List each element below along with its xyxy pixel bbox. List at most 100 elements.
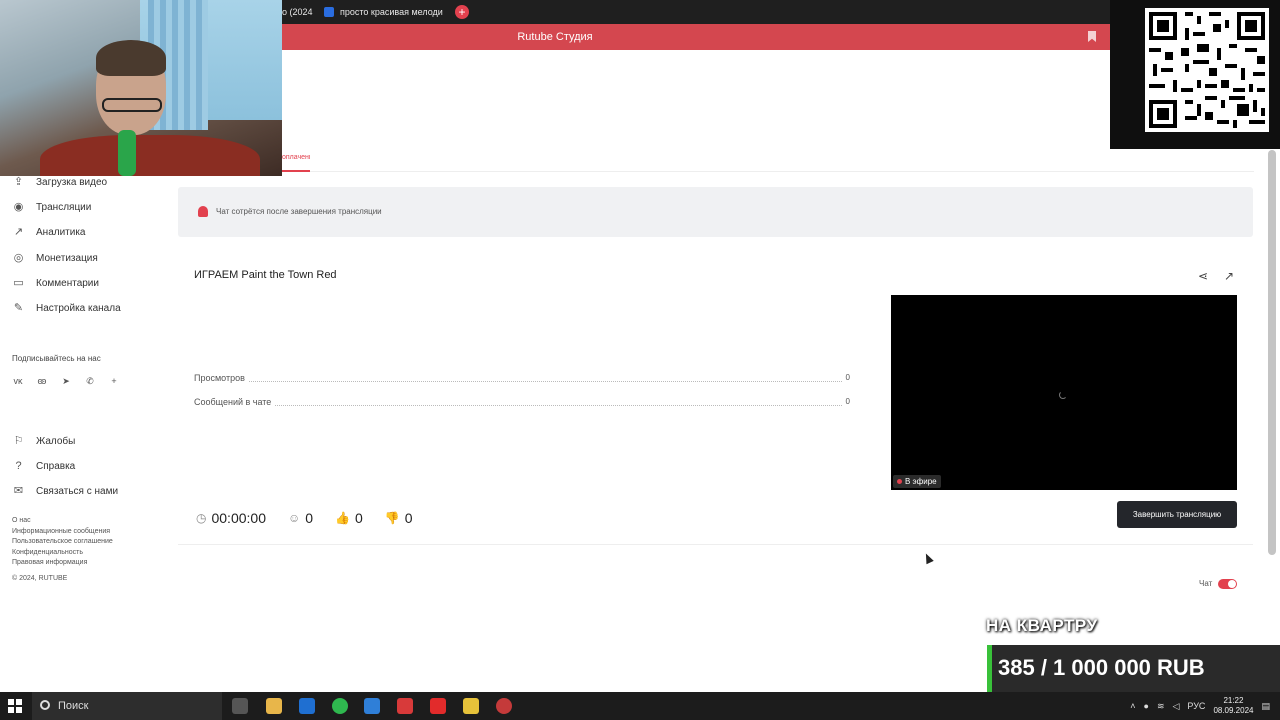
notifications-icon[interactable]: ▤ [1261, 701, 1270, 712]
end-stream-button[interactable]: Завершить трансляцию [1117, 501, 1237, 528]
sidebar-item-label: Загрузка видео [36, 176, 108, 188]
sidebar-item-complaints[interactable]: ⚐ Жалобы [12, 431, 76, 451]
sidebar-item-label: Жалобы [36, 435, 76, 447]
sidebar-item-analytics[interactable]: ↗ Аналитика [12, 222, 86, 242]
sidebar-item-contact[interactable]: ✉ Связаться с нами [12, 481, 118, 501]
tab-favicon-icon [324, 7, 334, 17]
sidebar-item-monetization[interactable]: ◎ Монетизация [12, 248, 98, 268]
store-icon[interactable] [299, 698, 315, 714]
bookmark-icon[interactable] [1088, 31, 1096, 42]
stat-label: Просмотров [194, 373, 249, 383]
legal-link[interactable]: Информационные сообщения [12, 528, 110, 535]
browser-tab[interactable]: о (2024 [282, 4, 314, 20]
yandex-browser-icon[interactable] [397, 698, 413, 714]
video-player[interactable]: В эфире [891, 295, 1237, 490]
stream-metrics: ◷ 00:00:00 ☺ 0 👍 0 👎 0 [196, 510, 435, 526]
live-badge-label: В эфире [905, 477, 937, 486]
sidebar-item-broadcasts[interactable]: ◉ Трансляции [12, 197, 92, 217]
webcam-person-body [40, 135, 260, 176]
dislikes: 👎 0 [385, 510, 413, 526]
plus-icon[interactable]: + [108, 375, 120, 387]
language-indicator[interactable]: РУС [1187, 701, 1205, 711]
viewers-value: 0 [305, 510, 314, 526]
thumbs-down-icon: 👎 [384, 511, 400, 525]
loading-spinner-icon [1059, 391, 1067, 399]
comments-icon: ▭ [13, 276, 24, 289]
volume-icon[interactable]: ◁ [1172, 701, 1179, 712]
search-icon [40, 700, 50, 710]
tray-chevron-icon[interactable]: ˄ [1130, 701, 1135, 711]
stat-value: 0 [841, 373, 850, 382]
studio-tabs: оплачение [178, 144, 1254, 172]
taskbar-clock[interactable]: 21:22 08.09.2024 [1213, 696, 1253, 716]
file-explorer-icon[interactable] [266, 698, 282, 714]
monetization-icon: ◎ [13, 251, 24, 264]
page-title: Rutube Студия [517, 31, 593, 43]
external-link-icon[interactable]: ↗ [1222, 269, 1236, 283]
sidebar-item-label: Настройка канала [36, 302, 121, 314]
browser-tab-title: о (2024 [282, 7, 313, 17]
live-dot-icon [897, 479, 902, 484]
page-scrollbar[interactable] [1268, 150, 1276, 555]
bell-icon [198, 206, 208, 217]
help-icon: ? [15, 459, 22, 472]
network-icon[interactable]: ≋ [1157, 701, 1165, 712]
whatsapp-icon[interactable] [332, 698, 348, 714]
legal-link[interactable]: О нас [12, 517, 31, 524]
search-label: Поиск [58, 700, 89, 712]
chat-label: Чат [1199, 579, 1213, 588]
yandex-icon[interactable] [430, 698, 446, 714]
yandex-music-icon[interactable] [463, 698, 479, 714]
sidebar-item-label: Справка [36, 460, 76, 472]
share-icon[interactable]: ⋖ [1196, 269, 1210, 283]
tab-active[interactable]: оплачение [282, 154, 310, 172]
viber-icon[interactable]: ✆ [84, 375, 96, 387]
sidebar-item-help[interactable]: ? Справка [12, 456, 75, 476]
qr-code-overlay [1110, 0, 1280, 149]
contact-icon: ✉ [13, 484, 24, 497]
legal-link[interactable]: Правовая информация [12, 559, 87, 566]
follow-label: Подписывайтесь на нас [12, 354, 101, 363]
likes: 👍 0 [335, 510, 363, 526]
windows-start-icon[interactable] [8, 699, 22, 713]
notice-text: Чат сотрётся после завершения трансляции [216, 207, 382, 216]
sidebar-item-label: Трансляции [36, 201, 92, 213]
browser-tab-title: просто красивая мелоди [340, 7, 443, 17]
dislikes-value: 0 [404, 510, 413, 526]
toggle-knob [1228, 580, 1236, 588]
goal-title: НА КВАРТРУ [986, 616, 1098, 635]
webcam-overlay [0, 0, 282, 176]
sidebar-item-label: Монетизация [36, 252, 98, 264]
viewers: ☺ 0 [288, 510, 313, 526]
qr-code-icon [1145, 8, 1269, 132]
viewers-icon: ☺ [287, 511, 301, 525]
complaints-icon: ⚐ [13, 434, 24, 447]
new-tab-button[interactable]: + [455, 5, 469, 19]
mail-icon[interactable] [364, 698, 380, 714]
vk-icon[interactable]: ᴠᴋ [12, 375, 24, 387]
taskbar-search[interactable]: Поиск [32, 692, 222, 720]
social-links: ᴠᴋ ꙭ ➤ ✆ + [12, 375, 120, 387]
webcam-glasses [102, 98, 162, 112]
browser-tab[interactable]: просто красивая мелоди [324, 4, 444, 20]
microphone-icon[interactable]: ● [1144, 701, 1149, 711]
goal-progress: 385 / 1 000 000 RUB [987, 645, 1280, 692]
stat-label: Сообщений в чате [194, 397, 276, 407]
upload-icon: ⇪ [13, 175, 24, 188]
sidebar-item-channel-settings[interactable]: ✎ Настройка канала [12, 298, 121, 318]
task-view-icon[interactable] [232, 698, 248, 714]
stream-card: ИГРАЕМ Paint the Town Red ⋖ ↗ Просмотров… [178, 255, 1253, 545]
sidebar-item-comments[interactable]: ▭ Комментарии [12, 273, 99, 293]
chat-toggle[interactable] [1218, 579, 1237, 589]
copyright: © 2024, RUTUBE [12, 575, 68, 582]
goal-text: 385 / 1 000 000 RUB [998, 655, 1205, 680]
thumbs-up-icon: 👍 [335, 511, 350, 525]
legal-link[interactable]: Пользовательское соглашение [12, 538, 113, 545]
webcam-person-hair [96, 40, 166, 76]
obs-icon[interactable] [496, 698, 512, 714]
telegram-icon[interactable]: ➤ [60, 375, 72, 387]
likes-value: 0 [355, 510, 363, 526]
legal-link[interactable]: Конфиденциальность [12, 549, 83, 556]
clock-date: 08.09.2024 [1213, 706, 1254, 715]
ok-icon[interactable]: ꙭ [36, 375, 48, 387]
